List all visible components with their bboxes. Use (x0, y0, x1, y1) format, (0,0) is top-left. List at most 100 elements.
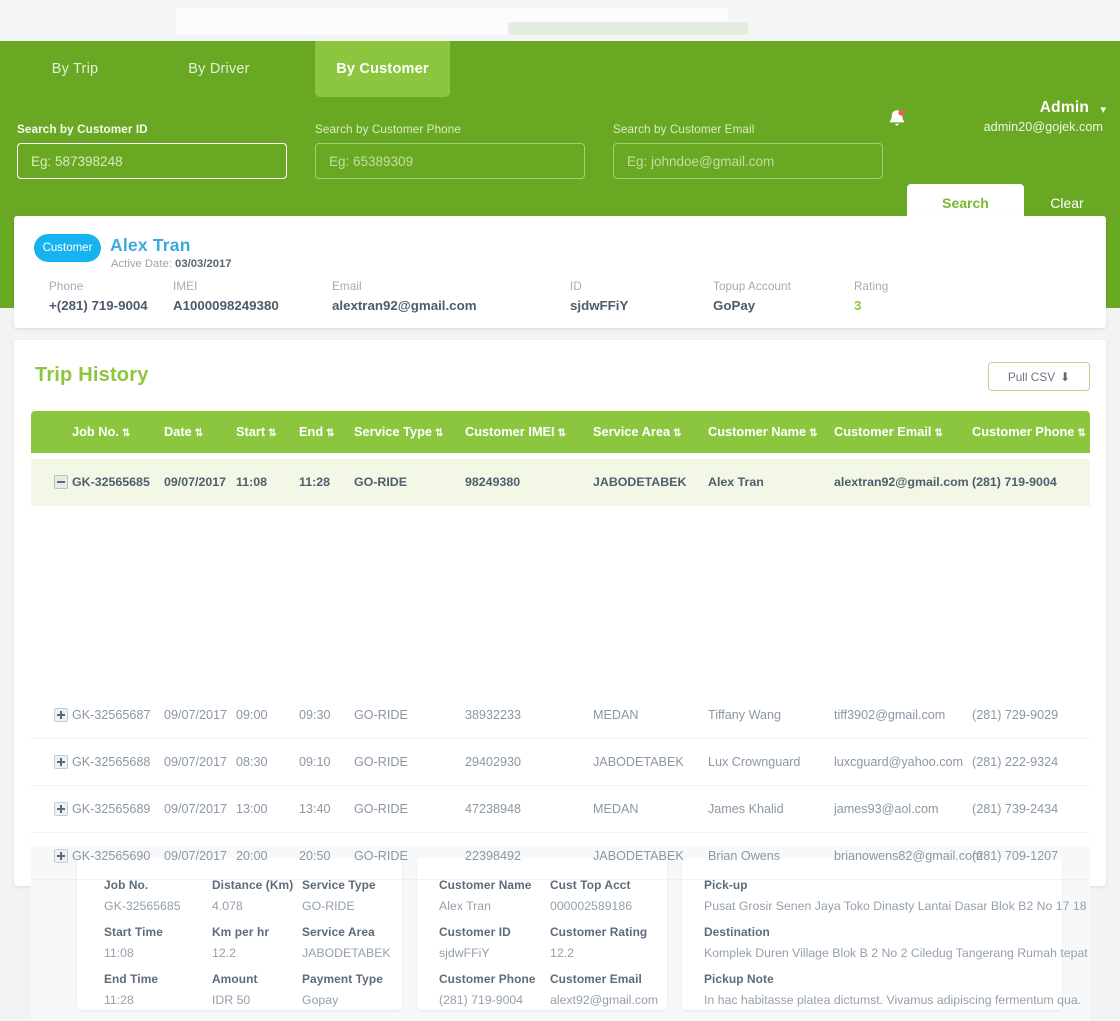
column-header-customer-name[interactable]: Customer Name⇅ (708, 411, 817, 453)
cell-service-area: JABODETABEK (593, 459, 686, 506)
field-key: Rating (854, 280, 888, 293)
customer-field-imei: IMEI A1000098249380 (173, 280, 279, 313)
sort-icon: ⇅ (1077, 428, 1084, 439)
expand-row-icon[interactable] (54, 849, 68, 863)
expand-row-icon[interactable] (54, 755, 68, 769)
column-header-customer-email[interactable]: Customer Email⇅ (834, 411, 942, 453)
cell-date: 09/07/2017 (164, 459, 226, 506)
table-row[interactable]: GK-32565689 09/07/2017 13:00 13:40 GO-RI… (31, 786, 1090, 833)
detail-key: Customer Phone (439, 972, 536, 986)
cell-job-no: GK-32565689 (72, 786, 150, 833)
tab-by-driver[interactable]: By Driver (156, 41, 282, 97)
column-header-date[interactable]: Date⇅ (164, 411, 202, 453)
detail-destination: Destination Komplek Duren Village Blok B … (704, 925, 1088, 960)
detail-key: Km per hr (212, 925, 269, 939)
column-header-customer-phone[interactable]: Customer Phone⇅ (972, 411, 1085, 453)
detail-start-time: Start Time11:08 (104, 925, 163, 960)
collapse-row-icon[interactable] (54, 475, 68, 489)
expand-row-icon[interactable] (54, 708, 68, 722)
cell-customer-imei: 98249380 (465, 459, 520, 506)
field-key: Email (332, 280, 477, 293)
detail-customer-name: Customer NameAlex Tran (439, 878, 532, 913)
detail-customer-rating: Customer Rating12.2 (550, 925, 647, 960)
cell-customer-name: James Khalid (708, 786, 784, 833)
column-label: End (299, 424, 323, 439)
tab-by-trip-label: By Trip (52, 61, 99, 77)
pull-csv-button[interactable]: Pull CSV ⬇ (988, 362, 1090, 391)
column-header-service-type[interactable]: Service Type⇅ (354, 411, 442, 453)
search-customer-id-label: Search by Customer ID (17, 123, 148, 136)
cell-date: 09/07/2017 (164, 833, 227, 880)
customer-detail-card: Customer NameAlex Tran Cust Top Acct0000… (417, 858, 667, 1010)
bell-icon[interactable] (885, 107, 909, 131)
tab-by-trip[interactable]: By Trip (14, 41, 136, 97)
table-row[interactable]: GK-32565685 09/07/2017 11:08 11:28 GO-RI… (31, 459, 1090, 506)
chevron-down-icon[interactable]: ▾ (1100, 103, 1106, 116)
field-value: 3 (854, 298, 888, 313)
field-key: IMEI (173, 280, 279, 293)
detail-value: In hac habitasse platea dictumst. Vivamu… (704, 993, 1081, 1007)
detail-key: Destination (704, 925, 1088, 939)
cell-start: 09:00 (236, 692, 268, 739)
customer-field-id: ID sjdwFFiY (570, 280, 628, 313)
column-header-start[interactable]: Start⇅ (236, 411, 276, 453)
column-header-service-area[interactable]: Service Area⇅ (593, 411, 680, 453)
browser-chrome (0, 0, 1120, 41)
detail-value: Komplek Duren Village Blok B 2 No 2 Cile… (704, 946, 1088, 960)
detail-pickup-note: Pickup Note In hac habitasse platea dictu… (704, 972, 1081, 1007)
url-text-placeholder (508, 22, 748, 35)
tab-by-customer[interactable]: By Customer (315, 41, 450, 97)
cell-end: 09:10 (299, 739, 331, 786)
url-bar[interactable] (176, 8, 728, 35)
cell-job-no: GK-32565688 (72, 739, 150, 786)
column-header-job-no[interactable]: Job No.⇅ (72, 411, 129, 453)
detail-key: Pick-up (704, 878, 1087, 892)
customer-active-date: Active Date: 03/03/2017 (111, 258, 232, 270)
table-row[interactable]: GK-32565690 09/07/2017 20:00 20:50 GO-RI… (31, 833, 1090, 880)
pull-csv-label: Pull CSV (1008, 370, 1055, 384)
search-customer-email-label: Search by Customer Email (613, 123, 754, 136)
detail-value: Gopay (302, 993, 383, 1007)
cell-service-type: GO-RIDE (354, 739, 408, 786)
detail-key: Payment Type (302, 972, 383, 986)
cell-date: 09/07/2017 (164, 786, 227, 833)
search-customer-phone-label: Search by Customer Phone (315, 123, 461, 136)
detail-key: Job No. (104, 878, 181, 892)
column-header-customer-imei[interactable]: Customer IMEI⇅ (465, 411, 565, 453)
column-label: Customer Email (834, 424, 931, 439)
detail-key: Pickup Note (704, 972, 1081, 986)
search-customer-email-input[interactable] (613, 143, 883, 179)
column-label: Service Area (593, 424, 670, 439)
trip-history-panel: Trip History Pull CSV ⬇ Job No.⇅ Date⇅ S… (14, 340, 1106, 886)
account-name[interactable]: Admin (1040, 99, 1089, 117)
column-header-end[interactable]: End⇅ (299, 411, 334, 453)
table-row[interactable]: GK-32565687 09/07/2017 09:00 09:30 GO-RI… (31, 692, 1090, 739)
detail-service-type: Service TypeGO-RIDE (302, 878, 376, 913)
active-date-label: Active Date: (111, 258, 172, 270)
cell-customer-email: brianowens82@gmail.com (834, 833, 983, 880)
sort-icon: ⇅ (673, 428, 680, 439)
detail-value: 4.078 (212, 899, 293, 913)
sort-icon: ⇅ (195, 428, 202, 439)
expand-row-icon[interactable] (54, 802, 68, 816)
field-value: GoPay (713, 298, 791, 313)
detail-value: 12.2 (212, 946, 269, 960)
table-row[interactable]: GK-32565688 09/07/2017 08:30 09:10 GO-RI… (31, 739, 1090, 786)
detail-key: Customer Email (550, 972, 658, 986)
search-customer-id-input[interactable] (17, 143, 287, 179)
detail-value: Alex Tran (439, 899, 532, 913)
cell-start: 08:30 (236, 739, 268, 786)
detail-key: Start Time (104, 925, 163, 939)
cell-service-area: MEDAN (593, 692, 638, 739)
search-customer-phone-input[interactable] (315, 143, 585, 179)
column-label: Date (164, 424, 192, 439)
detail-service-area: Service AreaJABODETABEK (302, 925, 391, 960)
detail-km-per-hr: Km per hr 12.2 (212, 925, 269, 960)
customer-summary-card: Customer Alex Tran Active Date: 03/03/20… (14, 216, 1106, 328)
cell-customer-name: Brian Owens (708, 833, 780, 880)
detail-cust-top-acct: Cust Top Acct000002589186 (550, 878, 632, 913)
cell-customer-phone: (281) 222-9324 (972, 739, 1058, 786)
detail-key: Amount (212, 972, 258, 986)
cell-service-type: GO-RIDE (354, 459, 407, 506)
detail-value: GK-32565685 (104, 899, 181, 913)
